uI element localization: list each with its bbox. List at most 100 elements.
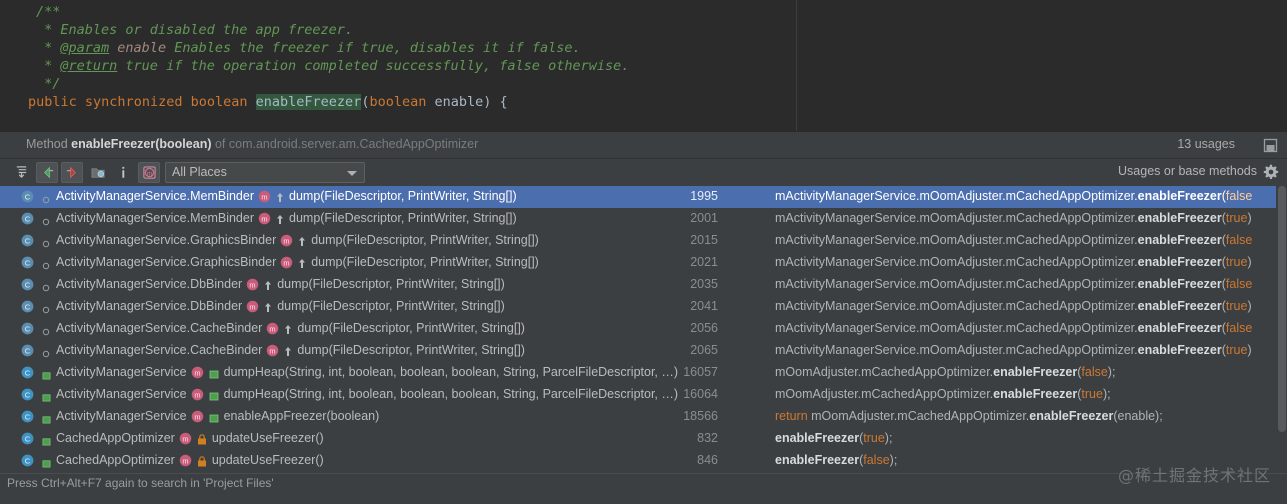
find-usages-title: Method enableFreezer(boolean) of com.and…: [26, 137, 478, 151]
code-token: enableFreezer: [1137, 343, 1222, 357]
usage-member: dump(FileDescriptor, PrintWriter, String…: [289, 211, 517, 225]
usage-line-number: 2021: [690, 255, 718, 269]
class-icon: C: [20, 431, 36, 447]
usage-member: dump(FileDescriptor, PrintWriter, String…: [289, 189, 517, 203]
code-token: enableFreezer: [1137, 277, 1222, 291]
usage-row[interactable]: C ActivityManagerService.CacheBinder m dump…: [0, 340, 1287, 362]
usage-row[interactable]: C ActivityManagerService m dumpHeap(String,…: [0, 384, 1287, 406]
svg-text:C: C: [25, 456, 31, 465]
code-token: @return: [60, 58, 118, 74]
code-token: enableFreezer: [775, 453, 860, 467]
public-marker-icon: [209, 368, 219, 382]
method-badge-icon: m: [246, 300, 259, 316]
code-token: enable: [109, 40, 175, 56]
code-token: Enables the freezer if true, disables it…: [174, 40, 581, 56]
code-token: enableFreezer: [993, 387, 1078, 401]
usage-row[interactable]: C CachedAppOptimizer m updateUseFreezer() 83…: [0, 428, 1287, 450]
usage-owner: CachedAppOptimizer: [56, 431, 175, 445]
protected-marker-icon: [276, 214, 284, 228]
code-token: mActivityManagerService.mOomAdjuster.mCa…: [775, 255, 1138, 269]
code-token: false: [1225, 189, 1253, 203]
svg-text:m: m: [194, 390, 200, 399]
usage-code-preview: mActivityManagerService.mOomAdjuster.mCa…: [775, 255, 1252, 269]
usage-code-preview: enableFreezer(false);: [775, 453, 897, 467]
group-by-file-structure-icon[interactable]: [87, 162, 109, 183]
usage-row[interactable]: C ActivityManagerService.GraphicsBinder m d…: [0, 252, 1287, 274]
svg-text:C: C: [25, 434, 31, 443]
code-token: enableFreezer: [255, 94, 362, 110]
method-badge-icon: m: [280, 256, 293, 272]
class-icon: C: [20, 277, 36, 293]
code-token: false: [1225, 321, 1253, 335]
code-token: mActivityManagerService.mOomAdjuster.mCa…: [775, 233, 1138, 247]
scrollbar-thumb[interactable]: [1278, 186, 1286, 432]
code-token: false: [1081, 365, 1108, 379]
usage-signature: CachedAppOptimizer m updateUseFreezer(): [56, 453, 324, 470]
filters-label[interactable]: Usages or base methods: [1118, 164, 1257, 178]
previous-occurrence-icon[interactable]: [36, 162, 58, 183]
usage-code-preview: return mOomAdjuster.mCachedAppOptimizer.…: [775, 409, 1163, 423]
usage-row[interactable]: C ActivityManagerService.DbBinder m dump(Fi…: [0, 274, 1287, 296]
scope-dropdown[interactable]: All Places: [165, 162, 365, 183]
method-badge-icon: m: [266, 322, 279, 338]
method-badge-icon: m: [179, 432, 192, 448]
code-line: * @return true if the operation complete…: [36, 57, 629, 75]
protected-marker-icon: [284, 324, 292, 338]
code-line: /**: [36, 3, 60, 21]
usage-row[interactable]: C ActivityManagerService m dumpHeap(String,…: [0, 362, 1287, 384]
usage-owner: ActivityManagerService.DbBinder: [56, 277, 243, 291]
usage-row[interactable]: C ActivityManagerService.MemBinder m dump(F…: [0, 208, 1287, 230]
method-badge-icon: m: [191, 366, 204, 382]
usage-owner: ActivityManagerService.MemBinder: [56, 211, 254, 225]
svg-text:C: C: [25, 390, 31, 399]
code-editor[interactable]: /** * Enables or disabled the app freeze…: [0, 0, 1287, 131]
method-badge-icon: m: [258, 190, 271, 206]
public-class-marker-icon: [42, 391, 51, 402]
code-token: * Enables or disabled the app freezer.: [36, 22, 353, 38]
usage-row[interactable]: C CachedAppOptimizer m updateUseFreezer() 84…: [0, 450, 1287, 472]
next-occurrence-icon[interactable]: [61, 162, 83, 183]
code-token: mActivityManagerService.mOomAdjuster.mCa…: [775, 277, 1138, 291]
title-method: enableFreezer(boolean): [71, 137, 212, 151]
svg-text:m: m: [270, 346, 276, 355]
usage-signature: ActivityManagerService.DbBinder m dump(Fil…: [56, 277, 505, 294]
code-token: true: [1081, 387, 1103, 401]
code-token: mActivityManagerService.mOomAdjuster.mCa…: [775, 343, 1138, 357]
find-usages-panel: Method enableFreezer(boolean) of com.and…: [0, 131, 1287, 504]
usage-row[interactable]: C ActivityManagerService.MemBinder m dump(F…: [0, 186, 1287, 208]
usage-owner: ActivityManagerService: [56, 387, 187, 401]
nested-class-marker-icon: [42, 259, 50, 270]
usage-row[interactable]: C ActivityManagerService m enableAppFreezer…: [0, 406, 1287, 428]
usage-row[interactable]: C ActivityManagerService.CacheBinder m dump…: [0, 318, 1287, 340]
svg-text:C: C: [25, 258, 31, 267]
usage-line-number: 832: [697, 431, 718, 445]
usages-results-list[interactable]: C ActivityManagerService.MemBinder m dump(F…: [0, 186, 1287, 475]
usage-owner: CachedAppOptimizer: [56, 453, 175, 467]
code-token: enableFreezer: [1137, 321, 1222, 335]
expand-collapse-icon[interactable]: [10, 162, 32, 183]
code-token: @param: [60, 40, 110, 56]
hide-window-icon[interactable]: [1261, 136, 1279, 154]
usage-member: dump(FileDescriptor, PrintWriter, String…: [277, 277, 505, 291]
usage-row[interactable]: C ActivityManagerService.GraphicsBinder m d…: [0, 230, 1287, 252]
bottom-strip: [0, 492, 1287, 504]
usage-line-number: 2001: [690, 211, 718, 225]
show-info-icon[interactable]: [112, 162, 134, 183]
code-token: );: [1102, 387, 1111, 401]
usage-signature: ActivityManagerService.DbBinder m dump(Fil…: [56, 299, 505, 316]
usage-row[interactable]: C ActivityManagerService.DbBinder m dump(Fi…: [0, 296, 1287, 318]
svg-text:C: C: [25, 368, 31, 377]
svg-text:m: m: [250, 302, 256, 311]
gear-icon[interactable]: [1263, 164, 1279, 180]
svg-text:C: C: [25, 236, 31, 245]
method-badge-icon: m: [179, 454, 192, 470]
results-scrollbar[interactable]: [1276, 186, 1287, 475]
class-icon: C: [20, 409, 36, 425]
usage-code-preview: mActivityManagerService.mOomAdjuster.mCa…: [775, 277, 1252, 291]
usage-line-number: 2015: [690, 233, 718, 247]
svg-text:m: m: [194, 368, 200, 377]
show-read-write-icon[interactable]: m: [138, 162, 160, 183]
find-usages-window: /** * Enables or disabled the app freeze…: [0, 0, 1287, 504]
code-token: mActivityManagerService.mOomAdjuster.mCa…: [775, 321, 1138, 335]
scope-value: All Places: [172, 165, 227, 179]
